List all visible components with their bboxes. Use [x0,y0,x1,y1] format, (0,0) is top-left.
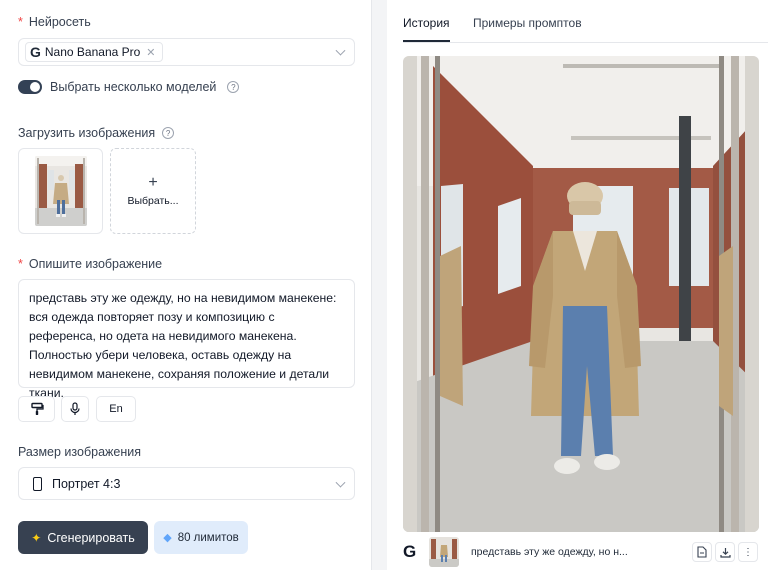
brush-icon [30,402,44,415]
app: * Нейросеть G Nano Banana Pro ✕ Выбрать … [0,0,768,570]
limits-badge: ◆ 80 лимитов [154,521,248,554]
voice-input-button[interactable] [61,396,89,422]
more-options-button[interactable]: ⋮ [738,542,758,562]
describe-label-text: Опишите изображение [28,257,163,271]
result-panel: История Примеры промптов G представь эту… [387,0,768,570]
model-chip: G Nano Banana Pro ✕ [25,42,163,62]
close-icon[interactable]: ✕ [146,46,155,59]
tab-prompt-examples[interactable]: Примеры промптов [473,16,582,30]
image-size-select[interactable]: Портрет 4:3 [18,467,355,500]
plus-icon: + [148,174,158,191]
required-marker: * [18,15,23,29]
multi-model-toggle[interactable] [18,80,42,94]
choose-image-button[interactable]: + Выбрать... [110,148,196,234]
prompt-text: представь эту же одежду, но на невидимом… [29,291,337,400]
open-file-button[interactable] [692,542,712,562]
image-size-label: Размер изображения [18,445,141,459]
uploaded-image-thumbnail[interactable] [18,148,103,234]
microphone-icon [70,402,80,415]
help-icon[interactable]: ? [162,127,175,139]
download-icon [719,547,731,558]
google-g-icon: G [403,542,417,561]
image-size-label-text: Размер изображения [18,445,141,459]
history-thumbnail[interactable] [429,537,459,567]
limits-badge-text: 80 лимитов [177,531,239,544]
required-marker: * [18,257,23,271]
choose-image-label: Выбрать... [127,195,179,207]
style-brush-button[interactable] [18,396,55,422]
history-prompt-preview: представь эту же одежду, но н... [471,546,628,558]
chevron-down-icon [335,45,346,56]
describe-label: * Опишите изображение [18,257,162,271]
upload-label: Загрузить изображения ? [18,126,175,140]
sparkle-icon: ✦ [31,530,42,545]
download-button[interactable] [715,542,735,562]
generate-button[interactable]: ✦ Сгенерировать [18,521,148,554]
model-chip-label: Nano Banana Pro [44,45,141,59]
google-g-icon: G [30,44,41,60]
file-icon [697,546,707,558]
generate-button-label: Сгенерировать [47,530,135,545]
generated-image[interactable] [403,56,759,532]
chevron-down-icon [335,477,346,488]
history-item[interactable]: G представь эту же одежду, но н... ⋮ [403,537,759,567]
language-button[interactable]: En [96,396,136,422]
more-vertical-icon: ⋮ [743,546,753,558]
reference-photo-thumbnail [34,156,87,226]
model-select[interactable]: G Nano Banana Pro ✕ [18,38,355,66]
diamond-icon: ◆ [163,532,172,544]
language-button-label: En [109,403,123,415]
multi-model-toggle-row: Выбрать несколько моделей ? [18,80,240,94]
result-tabs: История Примеры промптов [403,0,768,43]
upload-label-text: Загрузить изображения [18,126,156,140]
neural-network-label: * Нейросеть [18,15,91,29]
phone-portrait-icon [33,476,42,491]
multi-model-label: Выбрать несколько моделей [50,80,217,94]
help-icon[interactable]: ? [227,81,240,93]
image-size-value: Портрет 4:3 [52,476,121,491]
prompt-textarea[interactable]: представь эту же одежду, но на невидимом… [18,279,355,400]
neural-network-label-text: Нейросеть [28,15,91,29]
settings-panel: * Нейросеть G Nano Banana Pro ✕ Выбрать … [0,0,372,570]
tab-history[interactable]: История [403,16,450,42]
